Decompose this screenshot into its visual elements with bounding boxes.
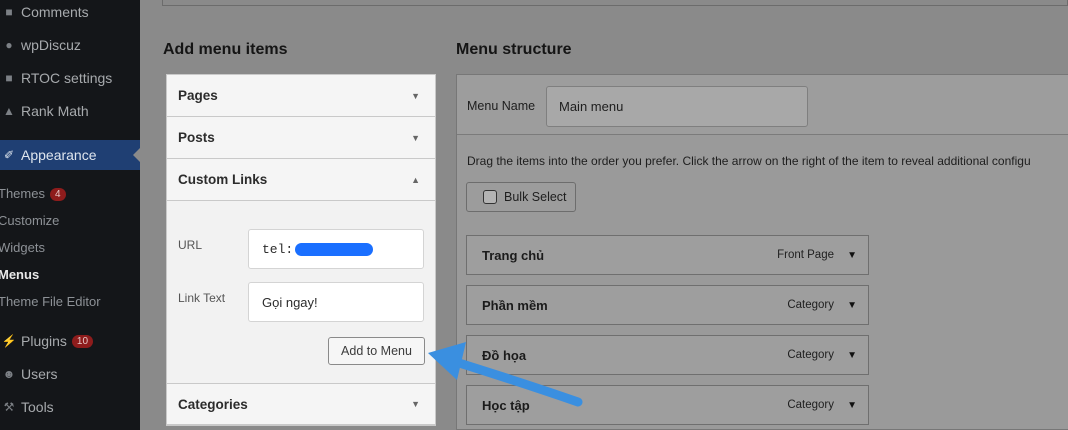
accordion-pages[interactable]: Pages ▼ <box>167 75 435 117</box>
checkbox-icon <box>483 190 497 204</box>
update-count-badge: 10 <box>71 334 94 348</box>
menu-structure-heading: Menu structure <box>456 41 572 58</box>
sidebar-item-label: Users <box>21 366 58 382</box>
menu-item[interactable]: Phần mềm Category ▼ <box>466 285 869 325</box>
expand-arrow-icon[interactable]: ▼ <box>847 250 857 261</box>
sidebar-item-label: Appearance <box>21 147 97 163</box>
comments-icon: ■ <box>5 5 13 19</box>
accordion-custom-links[interactable]: Custom Links ▲ <box>167 159 435 201</box>
menu-item-type: Category <box>787 299 834 311</box>
caret-down-icon: ▼ <box>411 399 420 409</box>
accordion-categories[interactable]: Categories ▼ <box>167 383 435 425</box>
submenu-item-themes[interactable]: Themes 4 <box>0 186 66 202</box>
menu-item-title: Trang chủ <box>482 247 545 263</box>
menu-item[interactable]: Trang chủ Front Page ▼ <box>466 235 869 275</box>
add-menu-items-accordion: Pages ▼ Posts ▼ Custom Links ▲ URL tel: … <box>166 74 436 426</box>
submenu-item-menus[interactable]: Menus <box>0 267 39 282</box>
submenu-item-widgets[interactable]: Widgets <box>0 240 45 255</box>
users-icon: ☻ <box>2 367 16 381</box>
url-input[interactable]: tel: <box>248 229 424 269</box>
update-count-badge: 4 <box>49 188 66 202</box>
plugin-icon: ⚡ <box>1 334 17 348</box>
sidebar-item-users[interactable]: ☻ Users <box>0 359 140 389</box>
sidebar-item-comments[interactable]: ■ Comments <box>0 0 140 27</box>
menu-item-type: Front Page <box>777 249 834 261</box>
menu-item-title: Đồ họa <box>482 347 527 363</box>
drag-instructions: Drag the items into the order you prefer… <box>467 154 1031 168</box>
menu-item-type: Category <box>787 349 834 361</box>
active-indicator <box>133 148 140 162</box>
submenu-item-customize[interactable]: Customize <box>0 213 59 228</box>
accordion-posts[interactable]: Posts ▼ <box>167 117 435 159</box>
menu-item[interactable]: Học tập Category ▼ <box>466 385 869 425</box>
menu-name-label: Menu Name <box>467 99 536 113</box>
wpdiscuz-icon: ● <box>5 38 13 52</box>
link-text-label: Link Text <box>178 291 226 305</box>
top-panel-edge <box>162 0 1068 6</box>
caret-down-icon: ▼ <box>411 132 420 143</box>
rank-math-icon: ▲ <box>3 104 15 118</box>
menu-item-title: Phần mềm <box>482 297 548 313</box>
admin-sidebar: ■ Comments ● wpDiscuz ■ RTOC settings ▲ … <box>0 0 140 430</box>
sidebar-item-tools[interactable]: ⚒ Tools <box>0 392 140 422</box>
caret-up-icon: ▲ <box>411 174 420 185</box>
menu-item-type: Category <box>787 399 834 411</box>
add-to-menu-button[interactable]: Add to Menu <box>328 337 425 365</box>
expand-arrow-icon[interactable]: ▼ <box>847 400 857 411</box>
sidebar-item-rank-math[interactable]: ▲ Rank Math <box>0 96 140 126</box>
sidebar-item-label: Plugins <box>21 333 67 349</box>
sidebar-item-label: Tools <box>21 399 54 415</box>
redaction-mark <box>295 242 374 256</box>
tools-icon: ⚒ <box>3 400 15 414</box>
caret-down-icon: ▼ <box>411 90 420 101</box>
sidebar-item-appearance[interactable]: ✐ Appearance <box>0 140 140 170</box>
sidebar-item-label: Comments <box>21 4 89 20</box>
add-menu-items-heading: Add menu items <box>163 41 288 58</box>
expand-arrow-icon[interactable]: ▼ <box>847 300 857 311</box>
menu-name-bar: Menu Name Main menu <box>457 75 1068 135</box>
submenu-item-theme-file-editor[interactable]: Theme File Editor <box>0 294 101 309</box>
menu-structure-panel: Menu Name Main menu Drag the items into … <box>456 74 1068 430</box>
bulk-select-button[interactable]: Bulk Select <box>466 182 576 212</box>
settings-icon: ■ <box>5 71 13 85</box>
sidebar-item-plugins[interactable]: ⚡ Plugins 10 <box>0 326 140 356</box>
expand-arrow-icon[interactable]: ▼ <box>847 350 857 361</box>
menu-item[interactable]: Đồ họa Category ▼ <box>466 335 869 375</box>
url-label: URL <box>178 238 203 252</box>
menu-name-input[interactable]: Main menu <box>546 86 808 127</box>
sidebar-item-label: wpDiscuz <box>21 37 81 53</box>
brush-icon: ✐ <box>3 148 15 162</box>
link-text-input[interactable]: Gọi ngay! <box>248 282 424 322</box>
sidebar-item-rtoc-settings[interactable]: ■ RTOC settings <box>0 63 140 93</box>
menu-item-title: Học tập <box>482 397 530 413</box>
sidebar-item-label: Rank Math <box>21 103 89 119</box>
sidebar-item-label: RTOC settings <box>21 70 113 86</box>
sidebar-item-wpdiscuz[interactable]: ● wpDiscuz <box>0 30 140 60</box>
